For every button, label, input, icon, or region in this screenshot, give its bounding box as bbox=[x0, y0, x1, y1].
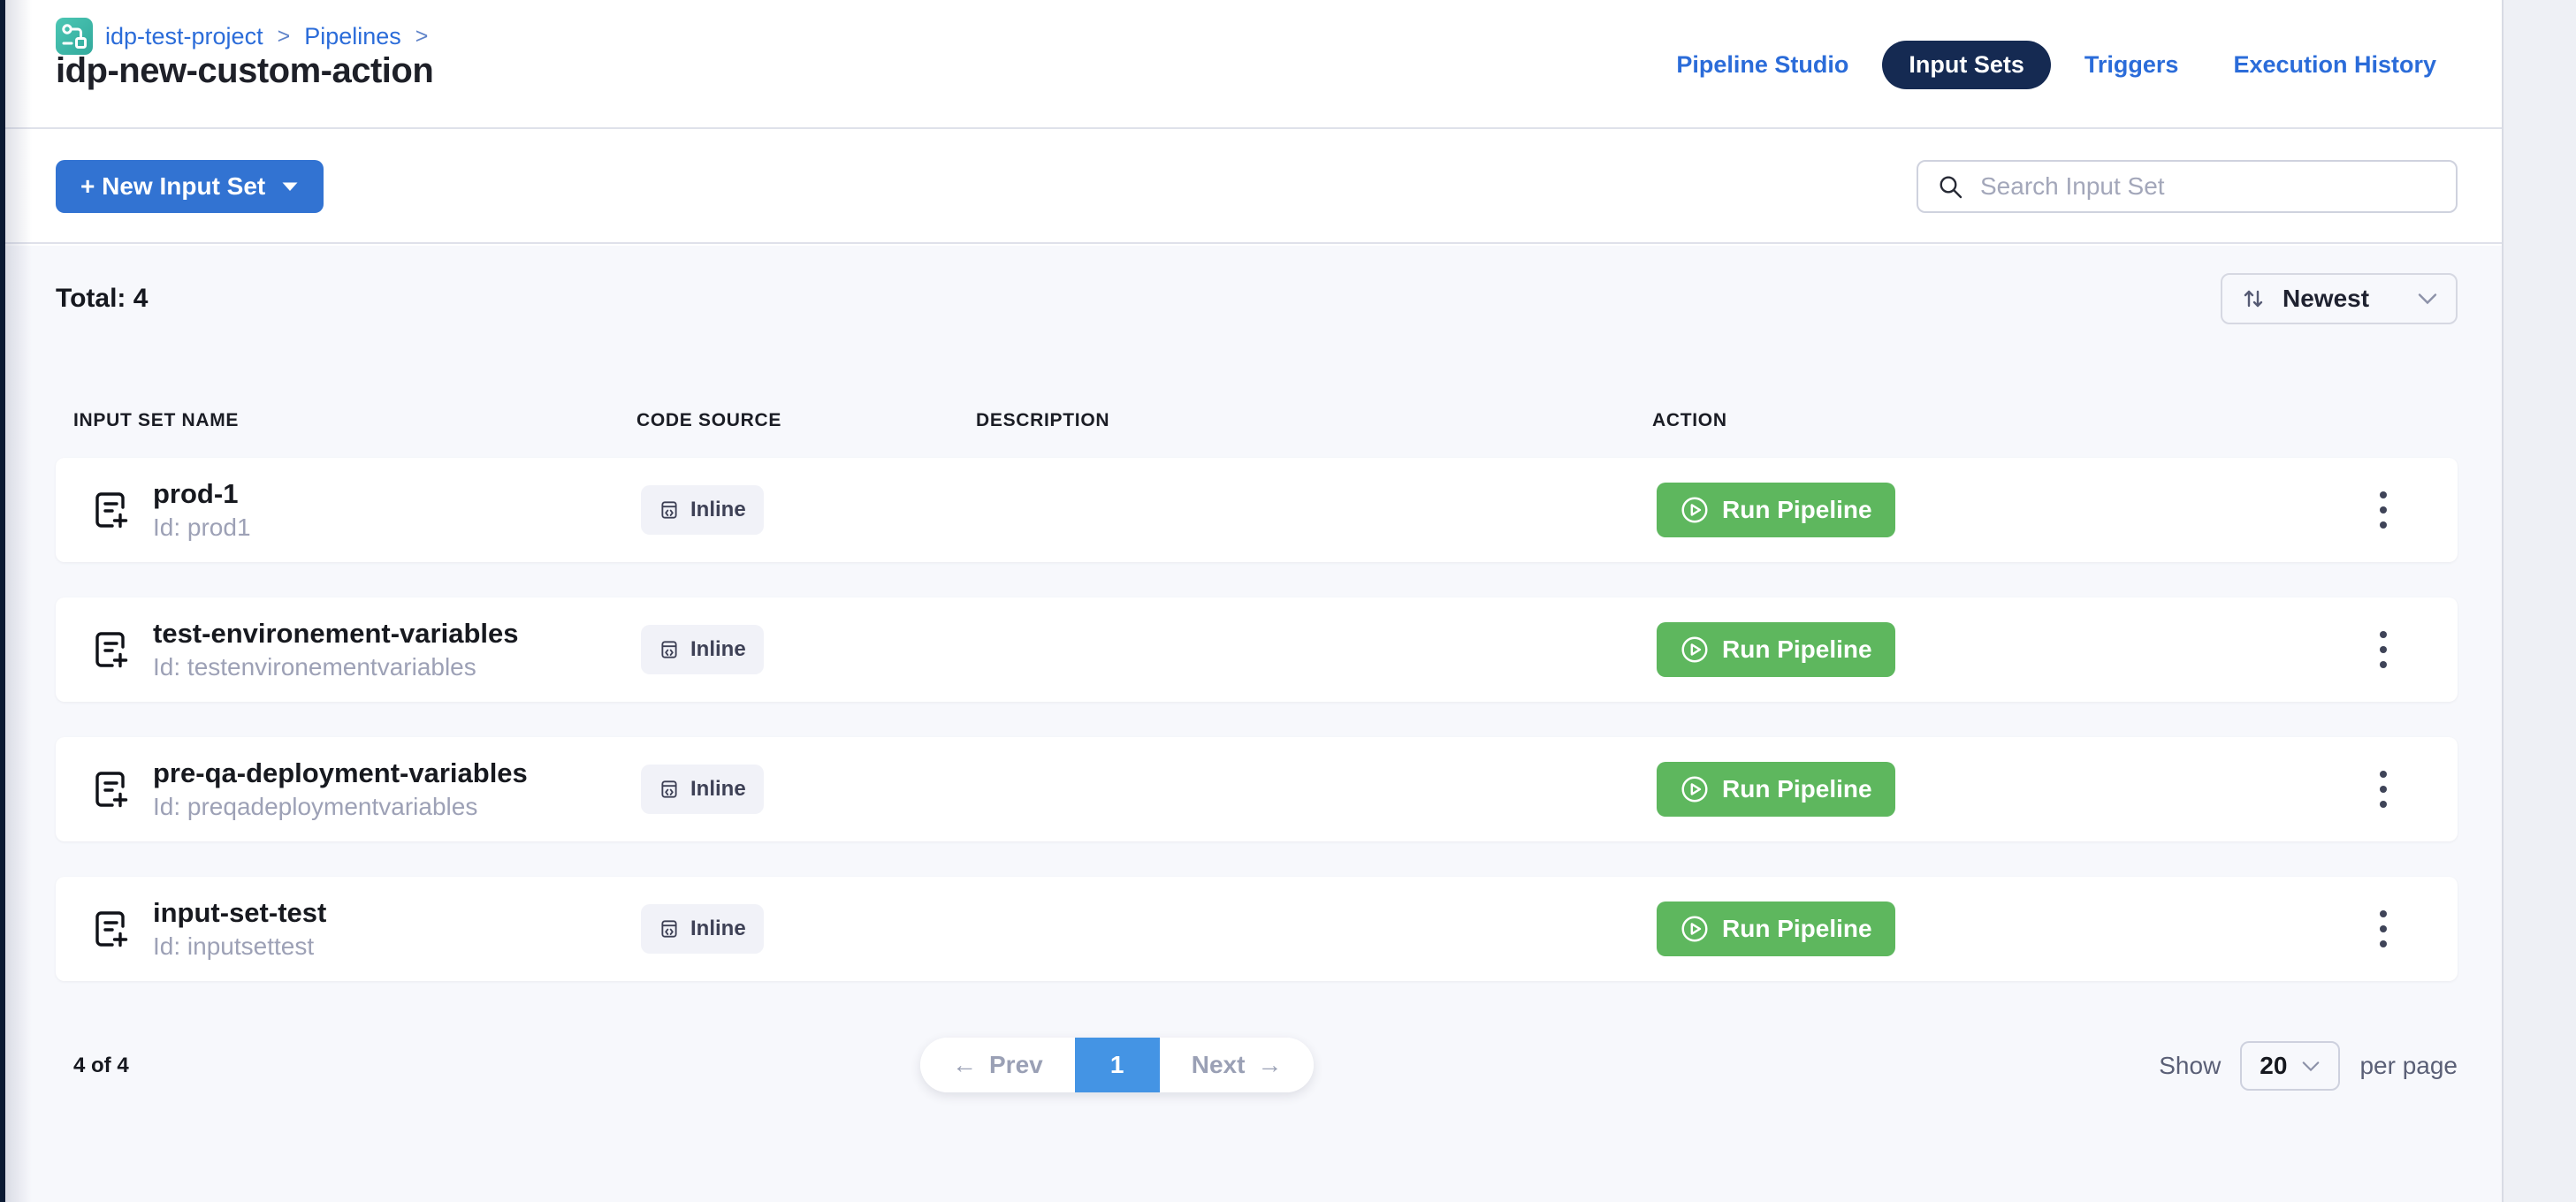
search-box bbox=[1917, 160, 2458, 213]
table-row[interactable]: input-set-test Id: inputsettest Inline bbox=[56, 877, 2458, 981]
run-pipeline-label: Run Pipeline bbox=[1722, 496, 1872, 524]
row-menu-button[interactable] bbox=[2367, 902, 2399, 956]
chevron-down-icon bbox=[2301, 1061, 2321, 1072]
prev-label: Prev bbox=[989, 1051, 1043, 1079]
code-source-label: Inline bbox=[690, 917, 746, 941]
column-code-source: CODE SOURCE bbox=[636, 410, 976, 431]
inline-source-icon bbox=[659, 639, 680, 660]
column-action: ACTION bbox=[1652, 410, 2458, 431]
inline-source-icon bbox=[659, 499, 680, 521]
input-sets-panel: Total: 4 Newest INPUT SET NAME CODE SOUR… bbox=[5, 246, 2502, 1202]
tab-execution-history[interactable]: Execution History bbox=[2212, 41, 2458, 89]
toolbar: + New Input Set bbox=[5, 131, 2502, 244]
new-input-set-button[interactable]: + New Input Set bbox=[56, 160, 324, 213]
breadcrumb: idp-test-project > Pipelines > bbox=[56, 18, 430, 55]
page-size-value: 20 bbox=[2260, 1052, 2287, 1080]
page-title: idp-new-custom-action bbox=[56, 51, 433, 91]
table-row[interactable]: pre-qa-deployment-variables Id: preqadep… bbox=[56, 737, 2458, 841]
run-pipeline-button[interactable]: Run Pipeline bbox=[1657, 902, 1895, 956]
table-header: INPUT SET NAME CODE SOURCE DESCRIPTION A… bbox=[56, 410, 2458, 458]
new-input-set-label: + New Input Set bbox=[80, 172, 265, 201]
code-source-label: Inline bbox=[690, 498, 746, 522]
row-menu-button[interactable] bbox=[2367, 483, 2399, 537]
run-pipeline-button[interactable]: Run Pipeline bbox=[1657, 483, 1895, 537]
right-gutter bbox=[2502, 0, 2576, 1202]
play-circle-icon bbox=[1680, 914, 1710, 944]
table-row[interactable]: prod-1 Id: prod1 Inline bbox=[56, 458, 2458, 562]
sort-dropdown[interactable]: Newest bbox=[2221, 273, 2458, 324]
input-set-id: Id: inputsettest bbox=[153, 931, 326, 962]
page-header: idp-test-project > Pipelines > idp-new-c… bbox=[5, 0, 2502, 129]
inline-source-icon bbox=[659, 918, 680, 940]
kebab-icon bbox=[2380, 910, 2387, 947]
breadcrumb-separator: > bbox=[278, 24, 291, 49]
code-source-badge: Inline bbox=[641, 625, 764, 674]
search-icon bbox=[1936, 172, 1964, 201]
kebab-icon bbox=[2380, 491, 2387, 529]
input-set-name[interactable]: input-set-test bbox=[153, 896, 326, 931]
breadcrumb-separator: > bbox=[415, 24, 429, 49]
sort-value: Newest bbox=[2283, 285, 2369, 313]
input-set-icon bbox=[88, 486, 135, 534]
row-menu-button[interactable] bbox=[2367, 762, 2399, 817]
next-label: Next bbox=[1192, 1051, 1246, 1079]
code-source-badge: Inline bbox=[641, 765, 764, 814]
next-page-button[interactable]: Next → bbox=[1160, 1038, 1315, 1092]
tab-triggers[interactable]: Triggers bbox=[2063, 41, 2200, 89]
code-source-label: Inline bbox=[690, 637, 746, 662]
page-size-select[interactable]: 20 bbox=[2240, 1041, 2340, 1091]
sort-arrows-icon bbox=[2240, 285, 2267, 312]
left-edge-strip bbox=[0, 0, 5, 1202]
page-number-button[interactable]: 1 bbox=[1075, 1038, 1160, 1092]
run-pipeline-button[interactable]: Run Pipeline bbox=[1657, 622, 1895, 677]
chevron-down-icon bbox=[2417, 293, 2438, 305]
column-description: DESCRIPTION bbox=[976, 410, 1652, 431]
play-circle-icon bbox=[1680, 635, 1710, 665]
row-menu-button[interactable] bbox=[2367, 622, 2399, 677]
kebab-icon bbox=[2380, 771, 2387, 808]
kebab-icon bbox=[2380, 631, 2387, 668]
input-set-name[interactable]: test-environement-variables bbox=[153, 617, 518, 651]
input-set-id: Id: testenvironementvariables bbox=[153, 651, 518, 682]
code-source-badge: Inline bbox=[641, 485, 764, 535]
pagination-range: 4 of 4 bbox=[56, 1054, 129, 1078]
prev-page-button[interactable]: ← Prev bbox=[920, 1038, 1075, 1092]
play-circle-icon bbox=[1680, 495, 1710, 525]
per-page-label: per page bbox=[2359, 1052, 2458, 1080]
pagination: 4 of 4 ← Prev 1 Next → Show 20 per page bbox=[56, 1038, 2458, 1094]
search-input[interactable] bbox=[1978, 171, 2438, 202]
inline-source-icon bbox=[659, 779, 680, 800]
tab-input-sets[interactable]: Input Sets bbox=[1882, 41, 2051, 89]
caret-down-icon bbox=[281, 181, 299, 193]
pipeline-logo-icon bbox=[56, 18, 93, 55]
show-label: Show bbox=[2159, 1052, 2221, 1080]
arrow-right-icon: → bbox=[1257, 1053, 1282, 1077]
run-pipeline-button[interactable]: Run Pipeline bbox=[1657, 762, 1895, 817]
run-pipeline-label: Run Pipeline bbox=[1722, 635, 1872, 664]
run-pipeline-label: Run Pipeline bbox=[1722, 915, 1872, 943]
input-set-icon bbox=[88, 765, 135, 813]
input-set-name[interactable]: pre-qa-deployment-variables bbox=[153, 757, 528, 791]
breadcrumb-project-link[interactable]: idp-test-project bbox=[105, 23, 263, 50]
column-input-set-name: INPUT SET NAME bbox=[73, 410, 636, 431]
code-source-badge: Inline bbox=[641, 904, 764, 954]
pipeline-tabs: Pipeline Studio Input Sets Triggers Exec… bbox=[1655, 41, 2458, 89]
run-pipeline-label: Run Pipeline bbox=[1722, 775, 1872, 803]
input-set-name[interactable]: prod-1 bbox=[153, 477, 251, 512]
play-circle-icon bbox=[1680, 774, 1710, 804]
page-size-control: Show 20 per page bbox=[2159, 1041, 2458, 1091]
input-set-icon bbox=[88, 905, 135, 953]
input-set-id: Id: prod1 bbox=[153, 512, 251, 543]
pager-control: ← Prev 1 Next → bbox=[920, 1038, 1314, 1092]
table-row[interactable]: test-environement-variables Id: testenvi… bbox=[56, 597, 2458, 702]
tab-pipeline-studio[interactable]: Pipeline Studio bbox=[1655, 41, 1870, 89]
total-count: Total: 4 bbox=[56, 284, 148, 314]
breadcrumb-pipelines-link[interactable]: Pipelines bbox=[304, 23, 401, 50]
input-set-icon bbox=[88, 626, 135, 673]
arrow-left-icon: ← bbox=[952, 1053, 977, 1077]
code-source-label: Inline bbox=[690, 777, 746, 802]
input-set-id: Id: preqadeploymentvariables bbox=[153, 791, 528, 822]
